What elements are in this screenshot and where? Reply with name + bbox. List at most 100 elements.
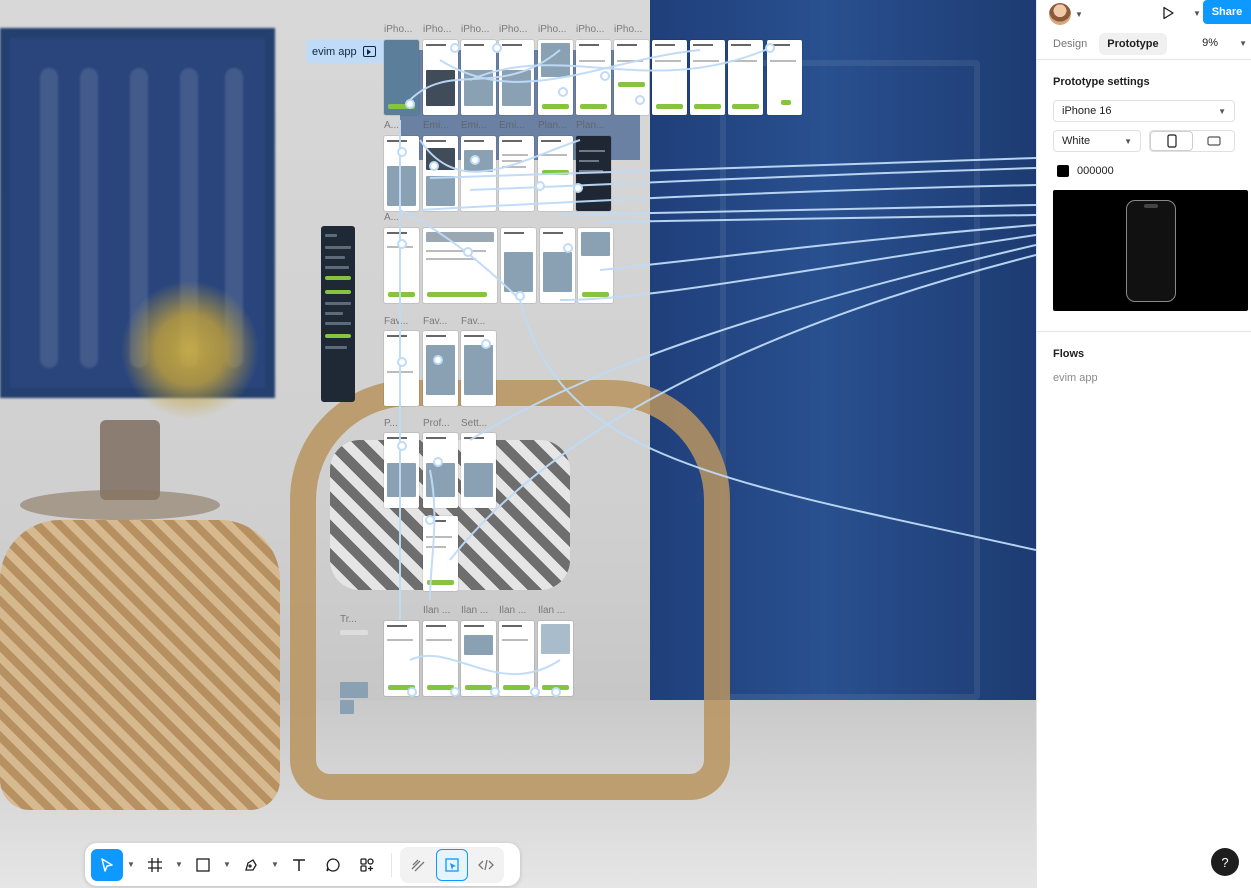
frame-label: P...	[384, 418, 398, 429]
favorites-frame[interactable]	[423, 331, 458, 406]
background-plate	[20, 490, 220, 520]
profile-frame[interactable]	[423, 433, 458, 508]
canvas[interactable]: evim app iPho... iPho... iPho... iPho...…	[0, 0, 1036, 888]
chevron-down-icon[interactable]: ▼	[173, 849, 185, 881]
share-button[interactable]: Share	[1203, 0, 1251, 24]
flow-badge-label: evim app	[312, 45, 357, 58]
create-listing-frame[interactable]	[461, 621, 496, 696]
move-tool-button[interactable]	[91, 848, 123, 881]
frame-label: İlan ...	[538, 605, 566, 616]
bottom-toolbar: ▼ ▼ ▼ ▼	[85, 843, 520, 886]
plan-frame[interactable]	[576, 136, 611, 211]
create-listing-frame[interactable]	[499, 621, 534, 696]
toolbar-divider	[391, 852, 392, 877]
frame-label: iPho...	[614, 24, 643, 35]
listing-frame[interactable]	[501, 228, 536, 303]
actions-tool-button[interactable]	[351, 849, 383, 881]
chevron-down-icon[interactable]: ▼	[221, 849, 233, 881]
chevron-down-icon[interactable]: ▼	[1193, 9, 1201, 18]
draw-icon	[411, 859, 425, 871]
zoom-control[interactable]: 9% ▼	[1202, 37, 1247, 49]
frame-label: iPho...	[538, 24, 567, 35]
verify-frame[interactable]	[652, 40, 687, 115]
plan-frame[interactable]	[538, 136, 573, 211]
frame-label: Emi...	[423, 120, 449, 131]
onboarding-frame[interactable]	[461, 40, 496, 115]
shape-tool-button[interactable]	[187, 849, 219, 881]
model-value: White	[1062, 135, 1091, 147]
login-frame[interactable]	[576, 40, 611, 115]
dev-mode-button[interactable]	[470, 849, 502, 881]
chevron-down-icon[interactable]: ▼	[125, 849, 137, 881]
emlak-frame[interactable]	[423, 136, 458, 211]
components-group[interactable]	[340, 628, 375, 716]
frame-label: iPho...	[384, 24, 413, 35]
listing-frame[interactable]	[578, 228, 613, 303]
text-tool-button[interactable]	[283, 849, 315, 881]
frame-label: iPho...	[461, 24, 490, 35]
listing-success-frame[interactable]	[538, 621, 573, 696]
chevron-down-icon[interactable]: ▼	[269, 849, 281, 881]
background-color-field[interactable]: 000000	[1053, 160, 1235, 182]
draw-mode-button[interactable]	[402, 849, 434, 881]
form-frame[interactable]	[423, 516, 458, 591]
verify-frame[interactable]	[614, 40, 649, 115]
create-listing-frame[interactable]	[423, 621, 458, 696]
portrait-button[interactable]	[1150, 131, 1194, 151]
frame-tool-button[interactable]	[139, 849, 171, 881]
avatar[interactable]	[1049, 3, 1071, 25]
settings-frame[interactable]	[461, 433, 496, 508]
present-button[interactable]	[1161, 6, 1174, 20]
flows-section: Flows evim app	[1037, 331, 1251, 394]
onboarding-frame[interactable]	[499, 40, 534, 115]
flow-item[interactable]: evim app	[1053, 372, 1235, 384]
onboarding-frame[interactable]	[423, 40, 458, 115]
panel-header: ▼ ▼ Share	[1037, 0, 1251, 28]
profile-frame[interactable]	[384, 433, 419, 508]
splash-frame[interactable]	[384, 40, 419, 115]
chevron-down-icon: ▼	[1124, 136, 1133, 146]
listing-frame[interactable]	[540, 228, 575, 303]
landscape-button[interactable]	[1193, 131, 1234, 151]
play-flow-icon[interactable]	[362, 46, 376, 57]
design-mode-button[interactable]	[436, 848, 468, 881]
frame-label: Emi...	[461, 120, 487, 131]
register-frame[interactable]	[690, 40, 725, 115]
model-select[interactable]: White ▼	[1053, 130, 1142, 152]
color-swatch[interactable]	[1057, 165, 1069, 177]
properties-panel: ▼ ▼ Share Design Prototype 9% ▼ Prototyp…	[1036, 0, 1251, 888]
chevron-down-icon: ▼	[1218, 106, 1226, 116]
frame-label: iPho...	[423, 24, 452, 35]
emlak-frame[interactable]	[461, 136, 496, 211]
search-frame[interactable]	[384, 228, 419, 303]
tab-design[interactable]: Design	[1045, 33, 1095, 55]
filter-sheet-frame[interactable]	[321, 226, 355, 402]
help-button[interactable]: ?	[1211, 848, 1239, 876]
flow-starting-point-badge[interactable]: evim app	[306, 40, 384, 63]
login-frame[interactable]	[538, 40, 573, 115]
comment-tool-button[interactable]	[317, 849, 349, 881]
color-hex-value[interactable]: 000000	[1077, 165, 1114, 177]
panel-tabs: Design Prototype 9% ▼	[1037, 28, 1251, 60]
emlak-frame[interactable]	[499, 136, 534, 211]
device-select[interactable]: iPhone 16 ▼	[1053, 100, 1235, 122]
favorites-frame[interactable]	[384, 331, 419, 406]
background-plant	[120, 280, 260, 420]
play-icon	[1163, 6, 1174, 20]
tab-prototype[interactable]: Prototype	[1099, 32, 1167, 55]
components-icon	[360, 857, 374, 872]
frame-label: Fav...	[423, 316, 448, 327]
success-frame[interactable]	[767, 40, 802, 115]
portrait-icon	[1166, 134, 1177, 148]
home-frame[interactable]	[384, 136, 419, 211]
chevron-down-icon[interactable]: ▼	[1075, 10, 1083, 19]
pen-icon	[245, 858, 257, 871]
create-listing-frame[interactable]	[384, 621, 419, 696]
pen-tool-button[interactable]	[235, 849, 267, 881]
background-vase	[100, 420, 160, 500]
register-frame[interactable]	[728, 40, 763, 115]
favorites-frame[interactable]	[461, 331, 496, 406]
listing-detail-frame[interactable]	[423, 228, 497, 303]
frame-label: İlan ...	[499, 605, 527, 616]
landscape-icon	[1206, 136, 1221, 146]
